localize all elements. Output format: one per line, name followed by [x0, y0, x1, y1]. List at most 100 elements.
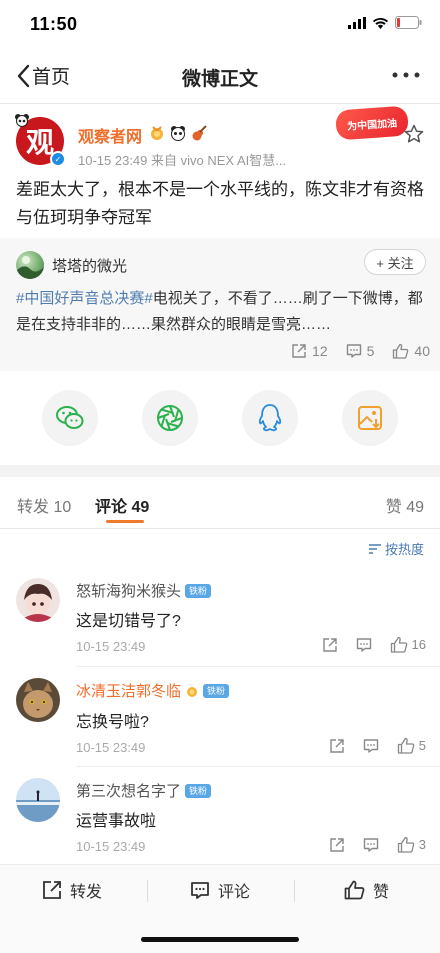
comment-reply-button[interactable]	[363, 738, 379, 754]
tab-comment[interactable]: 评论 49	[95, 493, 149, 517]
hashtag-link[interactable]: #中国好声音总决赛#	[16, 290, 153, 307]
tabs-divider	[0, 528, 440, 529]
follow-button[interactable]: + 关注	[364, 249, 426, 275]
retweet-text: #中国好声音总决赛#电视关了，不看了……刷了一下微博，都是在支持非非的……果然群…	[16, 286, 428, 338]
repost-icon	[291, 343, 307, 359]
more-dots-icon	[392, 72, 420, 78]
retweet-comment-stat[interactable]: 5	[346, 343, 375, 359]
fan-badge: 铁粉	[185, 583, 212, 598]
back-button[interactable]: 首页	[16, 62, 70, 89]
comment-icon	[363, 738, 379, 754]
comment-like-count: 5	[418, 738, 426, 753]
active-tab-indicator	[106, 520, 144, 523]
comment-like-count: 3	[418, 837, 426, 852]
more-button[interactable]	[392, 66, 420, 84]
promo-badge: 为中国加油	[335, 105, 409, 141]
thumbs-up-icon	[390, 636, 408, 653]
author-badges	[148, 124, 208, 142]
chevron-left-icon	[16, 64, 30, 88]
back-label: 首页	[32, 67, 71, 88]
signal-icon	[348, 16, 366, 29]
panda-icon	[169, 124, 187, 142]
comment-actions: 16	[322, 636, 426, 653]
comment-divider	[76, 766, 440, 767]
commenter-name[interactable]: 第三次想名字了 铁粉	[76, 780, 212, 801]
comment-count: 5	[366, 343, 375, 359]
share-wechat-button[interactable]	[42, 390, 98, 446]
sort-label: 按热度	[384, 542, 424, 557]
share-moments-button[interactable]	[142, 390, 198, 446]
favorite-button[interactable]	[404, 124, 424, 144]
author-avatar[interactable]: 观 ✓	[15, 114, 66, 167]
commenter-name[interactable]: 怒斩海狗米猴头 铁粉	[76, 580, 212, 601]
comment-time: 10-15 23:49	[76, 639, 146, 654]
comment-repost-button[interactable]	[329, 738, 345, 754]
comment-repost-button[interactable]	[322, 637, 338, 653]
comment-icon	[363, 837, 379, 853]
thumbs-up-icon	[392, 343, 409, 359]
section-separator	[0, 465, 440, 477]
retweet-stats: 12 5 40	[291, 343, 430, 359]
comment-like-button[interactable]: 5	[397, 737, 426, 754]
comment-repost-button[interactable]	[329, 837, 345, 853]
bottom-separator	[147, 880, 148, 902]
comment-label: 评论	[218, 884, 251, 901]
qq-icon	[257, 403, 283, 433]
commenter-name[interactable]: 冰清玉洁郭冬临 铁粉	[76, 680, 230, 701]
moments-icon	[155, 403, 185, 433]
thumbs-up-icon	[397, 836, 415, 853]
home-indicator[interactable]	[141, 937, 299, 942]
tab-repost[interactable]: 转发 10	[17, 493, 71, 517]
like-button[interactable]: 赞	[344, 878, 389, 902]
repost-icon	[42, 880, 62, 900]
thumbs-up-icon	[344, 880, 365, 900]
wifi-icon	[372, 17, 389, 29]
wechat-icon	[55, 405, 85, 431]
repost-label: 转发	[70, 884, 103, 901]
panda-icon	[14, 113, 30, 127]
fan-badge: 铁粉	[185, 783, 212, 798]
comment-reply-button[interactable]	[356, 637, 372, 653]
share-qq-button[interactable]	[242, 390, 298, 446]
guitar-icon	[190, 124, 208, 142]
comment-like-button[interactable]: 3	[397, 836, 426, 853]
comment-button[interactable]: 评论	[190, 878, 250, 902]
comment-icon	[190, 880, 210, 900]
thumbs-up-icon	[397, 737, 415, 754]
retweet-like-stat[interactable]: 40	[392, 343, 430, 359]
battery-icon	[395, 16, 422, 29]
status-icons	[348, 16, 422, 29]
comment-icon	[346, 343, 362, 359]
commenter-avatar[interactable]	[16, 578, 60, 622]
save-image-button[interactable]	[342, 390, 398, 446]
commenter-name-text: 冰清玉洁郭冬临	[76, 683, 182, 700]
retweet-repost-stat[interactable]: 12	[291, 343, 328, 359]
repost-icon	[329, 738, 345, 754]
post-meta: 10-15 23:49 来自 vivo NEX AI智慧...	[78, 153, 287, 168]
retweet-author[interactable]: 塔塔的微光	[52, 255, 127, 276]
commenter-avatar[interactable]	[16, 678, 60, 722]
commenter-name-text: 怒斩海狗米猴头	[76, 583, 182, 600]
comment-time: 10-15 23:49	[76, 839, 146, 854]
commenter-avatar[interactable]	[16, 778, 60, 822]
commenter-name-text: 第三次想名字了	[76, 783, 182, 800]
repost-icon	[329, 837, 345, 853]
comment-reply-button[interactable]	[363, 837, 379, 853]
sort-icon	[368, 543, 382, 555]
star-icon	[404, 124, 424, 144]
repost-button[interactable]: 转发	[42, 878, 102, 902]
bottom-separator	[294, 880, 295, 902]
medal-icon	[148, 124, 166, 142]
tab-repost-count: 10	[53, 499, 72, 516]
nav-divider	[0, 103, 440, 104]
author-name[interactable]: 观察者网	[78, 123, 142, 147]
tab-like[interactable]: 赞 49	[386, 493, 424, 517]
tab-comment-count: 49	[131, 499, 150, 516]
comment-like-button[interactable]: 16	[390, 636, 426, 653]
status-time: 11:50	[30, 14, 78, 34]
sort-button[interactable]: 按热度	[368, 539, 424, 558]
retweet-avatar[interactable]	[16, 251, 44, 279]
comment-like-count: 16	[411, 637, 426, 652]
comment-time: 10-15 23:49	[76, 740, 146, 755]
comment-text: 这是切错号了?	[76, 613, 181, 630]
